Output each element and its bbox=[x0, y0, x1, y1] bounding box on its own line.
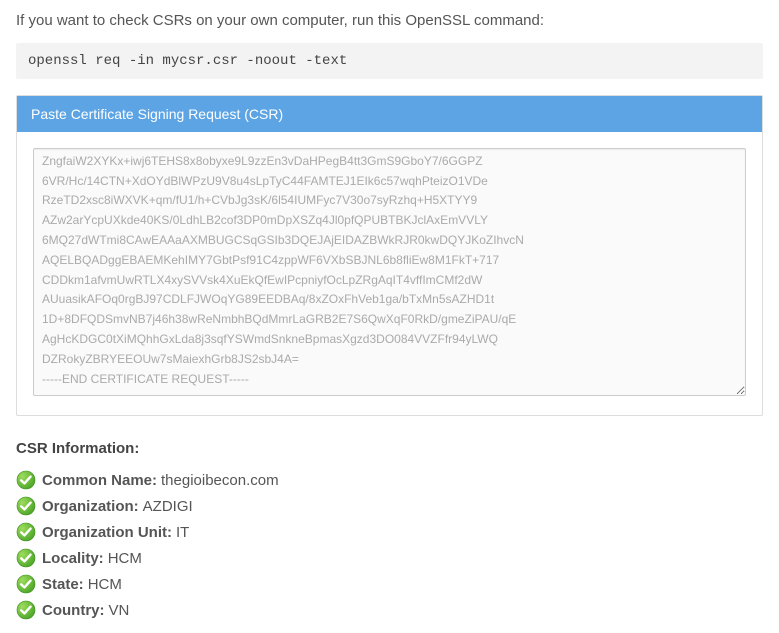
check-icon bbox=[16, 600, 36, 620]
csr-field-value: thegioibecon.com bbox=[161, 472, 279, 489]
csr-info-list: Common Name: thegioibecon.comOrganizatio… bbox=[16, 467, 763, 623]
csr-field-label: Country: bbox=[42, 602, 105, 619]
csr-info-title: CSR Information: bbox=[16, 440, 763, 457]
csr-field-value: HCM bbox=[88, 576, 122, 593]
csr-field-label: Organization Unit: bbox=[42, 524, 172, 541]
csr-panel-header: Paste Certificate Signing Request (CSR) bbox=[17, 96, 762, 132]
csr-info-row: Organization Unit: IT bbox=[16, 519, 763, 545]
csr-field-label: Organization: bbox=[42, 498, 139, 515]
csr-field-value: IT bbox=[176, 524, 189, 541]
csr-info-row: Country: VN bbox=[16, 597, 763, 623]
csr-panel: Paste Certificate Signing Request (CSR) bbox=[16, 95, 763, 416]
csr-field-label: State: bbox=[42, 576, 84, 593]
csr-field-label: Locality: bbox=[42, 550, 104, 567]
check-icon bbox=[16, 496, 36, 516]
csr-info-row: Organization: AZDIGI bbox=[16, 493, 763, 519]
csr-field-value: AZDIGI bbox=[143, 498, 193, 515]
csr-field-value: HCM bbox=[108, 550, 142, 567]
check-icon bbox=[16, 548, 36, 568]
check-icon bbox=[16, 574, 36, 594]
check-icon bbox=[16, 522, 36, 542]
csr-info-row: Common Name: thegioibecon.com bbox=[16, 467, 763, 493]
csr-panel-body bbox=[17, 132, 762, 415]
csr-field-value: VN bbox=[109, 602, 130, 619]
csr-info-row: State: HCM bbox=[16, 571, 763, 597]
csr-textarea[interactable] bbox=[33, 148, 746, 396]
intro-text: If you want to check CSRs on your own co… bbox=[16, 10, 763, 31]
csr-info-row: Locality: HCM bbox=[16, 545, 763, 571]
csr-field-label: Common Name: bbox=[42, 472, 157, 489]
openssl-command: openssl req -in mycsr.csr -noout -text bbox=[16, 43, 763, 79]
check-icon bbox=[16, 470, 36, 490]
